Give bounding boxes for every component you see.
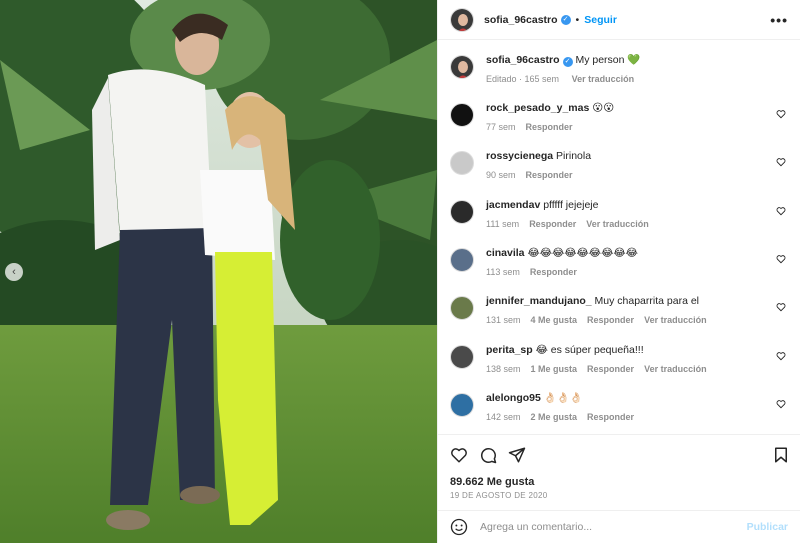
author-avatar[interactable] [450, 7, 474, 32]
post-photo[interactable]: ‹ [0, 0, 437, 543]
commenter-avatar[interactable] [450, 103, 474, 127]
commenter-username[interactable]: jennifer_mandujano_ [486, 295, 592, 307]
save-bookmark-icon[interactable] [772, 446, 790, 464]
comment-like-heart-icon[interactable] [776, 302, 786, 312]
comment-item: alelongo95 👌🏻👌🏻👌🏻 142 sem 2 Me gusta Respon… [450, 391, 792, 423]
like-count[interactable]: 89.662 Me gusta [450, 476, 534, 488]
comment-like-heart-icon[interactable] [776, 157, 786, 167]
commenter-username[interactable]: perita_sp [486, 344, 533, 356]
more-options-icon[interactable]: ••• [770, 12, 788, 28]
share-paper-plane-icon[interactable] [508, 446, 526, 464]
reply-link[interactable]: Responder [587, 412, 634, 422]
couple-photo-illustration [0, 0, 437, 543]
verified-icon: ✓ [560, 14, 571, 25]
commenter-username[interactable]: alelongo95 [486, 392, 541, 404]
commenter-username[interactable]: rock_pesado_y_mas [486, 102, 589, 114]
follow-button[interactable]: Seguir [584, 14, 617, 26]
comment-likes-link[interactable]: 4 Me gusta [531, 315, 578, 325]
add-comment-bar: Publicar [438, 510, 800, 543]
comment-item: rock_pesado_y_mas 😮😮 77 sem Responder [450, 101, 792, 133]
comment-age: 77 sem [486, 122, 516, 132]
comment-text: Pirinola [556, 150, 592, 163]
commenter-username[interactable]: cinavila [486, 247, 525, 259]
caption-text: My person 💚 [575, 54, 641, 66]
post-date: 19 DE AGOSTO DE 2020 [450, 491, 548, 500]
see-translation-link[interactable]: Ver traducción [644, 315, 707, 325]
commenter-avatar[interactable] [450, 151, 474, 176]
comment-likes-link[interactable]: 1 Me gusta [531, 364, 578, 374]
commenter-avatar[interactable] [450, 247, 474, 272]
caption-edited: Editado · 165 sem [486, 74, 560, 84]
reply-link[interactable]: Responder [526, 122, 573, 132]
comment-age: 138 sem [486, 363, 521, 374]
comment-text: Muy chaparrita para el [594, 295, 699, 308]
see-translation-link[interactable]: Ver traducción [644, 364, 707, 374]
commenter-avatar[interactable] [450, 296, 474, 321]
reply-link[interactable]: Responder [526, 170, 573, 180]
carousel-prev-button[interactable]: ‹ [5, 263, 23, 281]
comments-list[interactable]: sofia_96castro ✓ My person 💚 Editado · 16… [438, 41, 800, 435]
comment-item: perita_sp 😂 es súper pequeña!!! 138 sem 1 … [450, 343, 792, 375]
publish-button[interactable]: Publicar [747, 521, 788, 533]
comment-text: 😂 es súper pequeña!!! [535, 343, 644, 356]
comment-item: jennifer_mandujano_ Muy chaparrita para … [450, 294, 792, 326]
caption-username[interactable]: sofia_96castro [486, 54, 560, 66]
action-bar [450, 446, 790, 466]
post-header: sofia_96castro ✓ • Seguir ••• [438, 0, 800, 40]
like-heart-icon[interactable] [450, 446, 468, 464]
comment-likes-link[interactable]: 2 Me gusta [531, 412, 578, 422]
comment-like-heart-icon[interactable] [776, 351, 786, 361]
caption-item: sofia_96castro ✓ My person 💚 Editado · 16… [450, 53, 792, 85]
comment-text: 👌🏻👌🏻👌🏻 [543, 391, 584, 404]
commenter-username[interactable]: jacmendav [486, 199, 540, 211]
comment-age: 142 sem [486, 411, 521, 422]
comment-item: cinavila 😂😂😂😂😂😂😂😂😂 113 sem Responder [450, 246, 792, 278]
see-translation-link[interactable]: Ver traducción [572, 74, 635, 84]
verified-icon: ✓ [562, 57, 573, 67]
commenter-username[interactable]: rossycienega [486, 150, 553, 162]
comment-input[interactable] [480, 521, 747, 533]
comment-age: 111 sem [486, 218, 520, 229]
post-sidebar: sofia_96castro ✓ • Seguir ••• sofia_96ca… [437, 0, 800, 543]
comment-item: rossycienega Pirinola 90 sem Responder [450, 149, 792, 181]
author-username[interactable]: sofia_96castro [484, 14, 558, 26]
comment-item: jacmendav pfffff jejejeje 111 sem Responde… [450, 198, 792, 230]
see-translation-link[interactable]: Ver traducción [586, 219, 649, 229]
comment-text: 😂😂😂😂😂😂😂😂😂 [527, 246, 638, 259]
comment-like-heart-icon[interactable] [776, 206, 786, 216]
reply-link[interactable]: Responder [587, 364, 634, 374]
author-avatar[interactable] [450, 55, 474, 79]
comment-like-heart-icon[interactable] [776, 254, 786, 264]
comment-age: 131 sem [486, 315, 521, 326]
commenter-avatar[interactable] [450, 392, 474, 417]
commenter-avatar[interactable] [450, 199, 474, 224]
separator-dot: • [575, 13, 580, 26]
reply-link[interactable]: Responder [587, 315, 634, 325]
comment-text: pfffff jejejeje [543, 198, 599, 211]
commenter-avatar[interactable] [450, 344, 474, 369]
comment-age: 90 sem [486, 170, 516, 181]
comment-like-heart-icon[interactable] [776, 109, 786, 119]
comment-text: 😮😮 [592, 102, 615, 114]
reply-link[interactable]: Responder [530, 267, 577, 277]
comment-bubble-icon[interactable] [479, 446, 497, 464]
reply-link[interactable]: Responder [529, 219, 576, 229]
comment-age: 113 sem [486, 266, 520, 277]
emoji-icon[interactable] [450, 518, 468, 536]
comment-like-heart-icon[interactable] [776, 399, 786, 409]
